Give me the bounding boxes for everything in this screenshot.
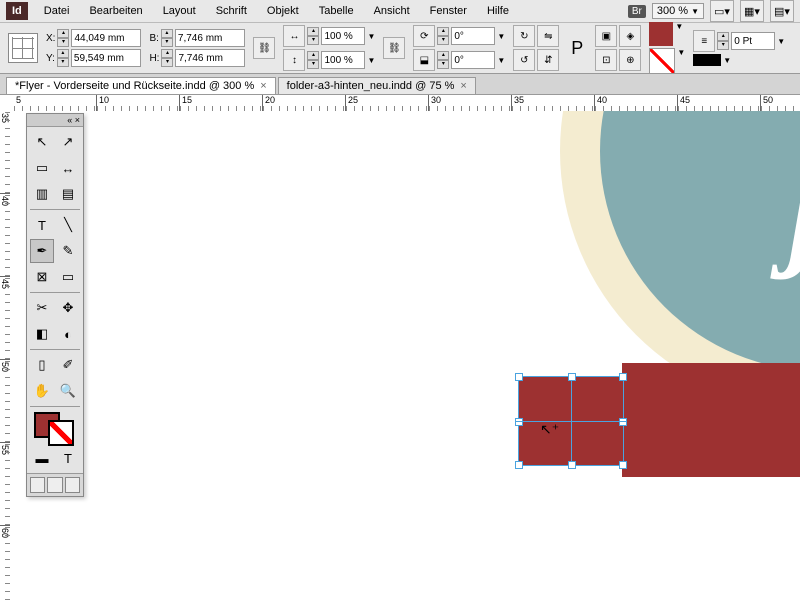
select-content-icon[interactable]: ◈	[619, 25, 641, 47]
menu-hilfe[interactable]: Hilfe	[477, 5, 519, 17]
panel-collapse-icon[interactable]: « ×	[27, 114, 83, 127]
tab-folder[interactable]: folder-a3-hinten_neu.indd @ 75 %×	[278, 77, 476, 94]
gradient-swatch-tool[interactable]: ◧	[30, 322, 54, 346]
page-tool[interactable]: ▭	[30, 156, 54, 180]
scalex-input[interactable]: 100 %	[321, 27, 365, 45]
screen-mode-icon[interactable]: ▭▾	[710, 0, 734, 22]
canvas[interactable]: ʃ ↖⁺	[14, 111, 800, 603]
document-area: 51015202530354045505560 3540455055606570…	[0, 95, 800, 603]
eyedropper-tool[interactable]: ✐	[56, 353, 80, 377]
menu-layout[interactable]: Layout	[153, 5, 206, 17]
gap-tool[interactable]: ↔	[56, 156, 80, 180]
workspace-icon[interactable]: ▤▾	[770, 0, 794, 22]
rotate-90-icon[interactable]: ↺	[513, 49, 535, 71]
stepper[interactable]: ▴▾	[437, 27, 449, 45]
menu-fenster[interactable]: Fenster	[420, 5, 477, 17]
rotate-icon: ⟳	[413, 25, 435, 47]
scaley-input[interactable]: 100 %	[321, 51, 365, 69]
rotate90-icon[interactable]: ↻	[513, 25, 535, 47]
menu-objekt[interactable]: Objekt	[257, 5, 309, 17]
shear-icon: ⬓	[413, 49, 435, 71]
stroke-icon: ≡	[693, 30, 715, 52]
cursor-icon: ↖⁺	[540, 421, 559, 438]
scalex-icon: ↔	[283, 25, 305, 47]
pen-tool[interactable]: ✒	[30, 239, 54, 263]
paragraph-icon[interactable]: P	[567, 38, 587, 59]
fill-stroke-swatch[interactable]	[30, 410, 80, 444]
content-placer-tool[interactable]: ▤	[56, 182, 80, 206]
canvas-shape-circle	[600, 111, 800, 371]
size-group: B:▴▾7,746 mm H:▴▾7,746 mm	[149, 29, 245, 67]
pencil-tool[interactable]: ✎	[56, 239, 80, 263]
canvas-rect[interactable]	[622, 363, 800, 477]
tab-flyer[interactable]: *Flyer - Vorderseite und Rückseite.indd …	[6, 77, 276, 94]
x-input[interactable]: 44,049 mm	[71, 29, 141, 47]
control-panel: X:▴▾44,049 mm Y:▴▾59,549 mm B:▴▾7,746 mm…	[0, 23, 800, 74]
scaley-icon: ↕	[283, 49, 305, 71]
stepper[interactable]: ▴▾	[437, 51, 449, 69]
stepper[interactable]: ▴▾	[57, 29, 69, 47]
menu-datei[interactable]: Datei	[34, 5, 80, 17]
menu-schrift[interactable]: Schrift	[206, 5, 257, 17]
document-tabs: *Flyer - Vorderseite und Rückseite.indd …	[0, 74, 800, 95]
canvas-ornament-icon: ʃ	[787, 141, 800, 284]
hand-tool[interactable]: ✋	[30, 379, 54, 403]
flip-v-icon[interactable]: ⇵	[537, 49, 559, 71]
fit-icon[interactable]: ⊡	[595, 49, 617, 71]
select-container-icon[interactable]: ▣	[595, 25, 617, 47]
stepper[interactable]: ▴▾	[161, 29, 173, 47]
type-tool[interactable]: T	[30, 213, 54, 237]
stepper[interactable]: ▴▾	[57, 49, 69, 67]
content-collector-tool[interactable]: ▥	[30, 182, 54, 206]
rectangle-frame-tool[interactable]: ⊠	[30, 265, 54, 289]
stepper[interactable]: ▴▾	[161, 49, 173, 67]
tools-panel: « × ↖ ↗ ▭ ↔ ▥ ▤ T ╲ ✒ ✎ ⊠ ▭ ✂ ✥ ◧ ◐ ▯ ✐ …	[26, 113, 84, 497]
h-input[interactable]: 7,746 mm	[175, 49, 245, 67]
stroke-style[interactable]	[693, 54, 721, 66]
selection-tool[interactable]: ↖	[30, 130, 54, 154]
arrange-icon[interactable]: ▦▾	[740, 0, 764, 22]
horizontal-ruler[interactable]: 51015202530354045505560	[14, 95, 800, 112]
center-icon[interactable]: ⊕	[619, 49, 641, 71]
selected-rect[interactable]	[518, 376, 624, 466]
line-tool[interactable]: ╲	[56, 213, 80, 237]
app-logo: Id	[6, 2, 28, 20]
close-icon[interactable]: ×	[460, 80, 466, 92]
rectangle-tool[interactable]: ▭	[56, 265, 80, 289]
gradient-feather-tool[interactable]: ◐	[56, 322, 80, 346]
menu-bearbeiten[interactable]: Bearbeiten	[79, 5, 152, 17]
bridge-button[interactable]: Br	[628, 5, 646, 18]
stepper[interactable]: ▴▾	[307, 27, 319, 45]
apply-color-icon[interactable]: ▬	[30, 446, 54, 470]
shear-input[interactable]: 0°	[451, 51, 495, 69]
menu-ansicht[interactable]: Ansicht	[364, 5, 420, 17]
menu-tabelle[interactable]: Tabelle	[309, 5, 364, 17]
menu-bar: Id Datei Bearbeiten Layout Schrift Objek…	[0, 0, 800, 23]
w-input[interactable]: 7,746 mm	[175, 29, 245, 47]
constrain-scale-icon[interactable]: ⛓	[383, 37, 405, 59]
reference-point[interactable]	[8, 33, 38, 63]
note-tool[interactable]: ▯	[30, 353, 54, 377]
apply-text-icon[interactable]: T	[56, 446, 80, 470]
scissors-tool[interactable]: ✂	[30, 296, 54, 320]
fill-swatch[interactable]	[649, 22, 673, 46]
constrain-icon[interactable]: ⛓	[253, 37, 275, 59]
chevron-down-icon: ▼	[691, 7, 699, 16]
vertical-ruler[interactable]: 3540455055606570	[0, 111, 15, 603]
zoom-tool[interactable]: 🔍	[56, 379, 80, 403]
stepper[interactable]: ▴▾	[307, 51, 319, 69]
close-icon[interactable]: ×	[260, 80, 266, 92]
y-input[interactable]: 59,549 mm	[71, 49, 141, 67]
flip-h-icon[interactable]: ⇋	[537, 25, 559, 47]
stroke-weight[interactable]: 0 Pt	[731, 32, 775, 50]
position-group: X:▴▾44,049 mm Y:▴▾59,549 mm	[46, 29, 141, 67]
direct-selection-tool[interactable]: ↗	[56, 130, 80, 154]
stepper[interactable]: ▴▾	[717, 32, 729, 50]
free-transform-tool[interactable]: ✥	[56, 296, 80, 320]
zoom-level[interactable]: 300 %▼	[652, 3, 704, 19]
rotate-input[interactable]: 0°	[451, 27, 495, 45]
stroke-swatch[interactable]	[649, 48, 675, 74]
view-mode-switcher[interactable]	[27, 473, 83, 496]
